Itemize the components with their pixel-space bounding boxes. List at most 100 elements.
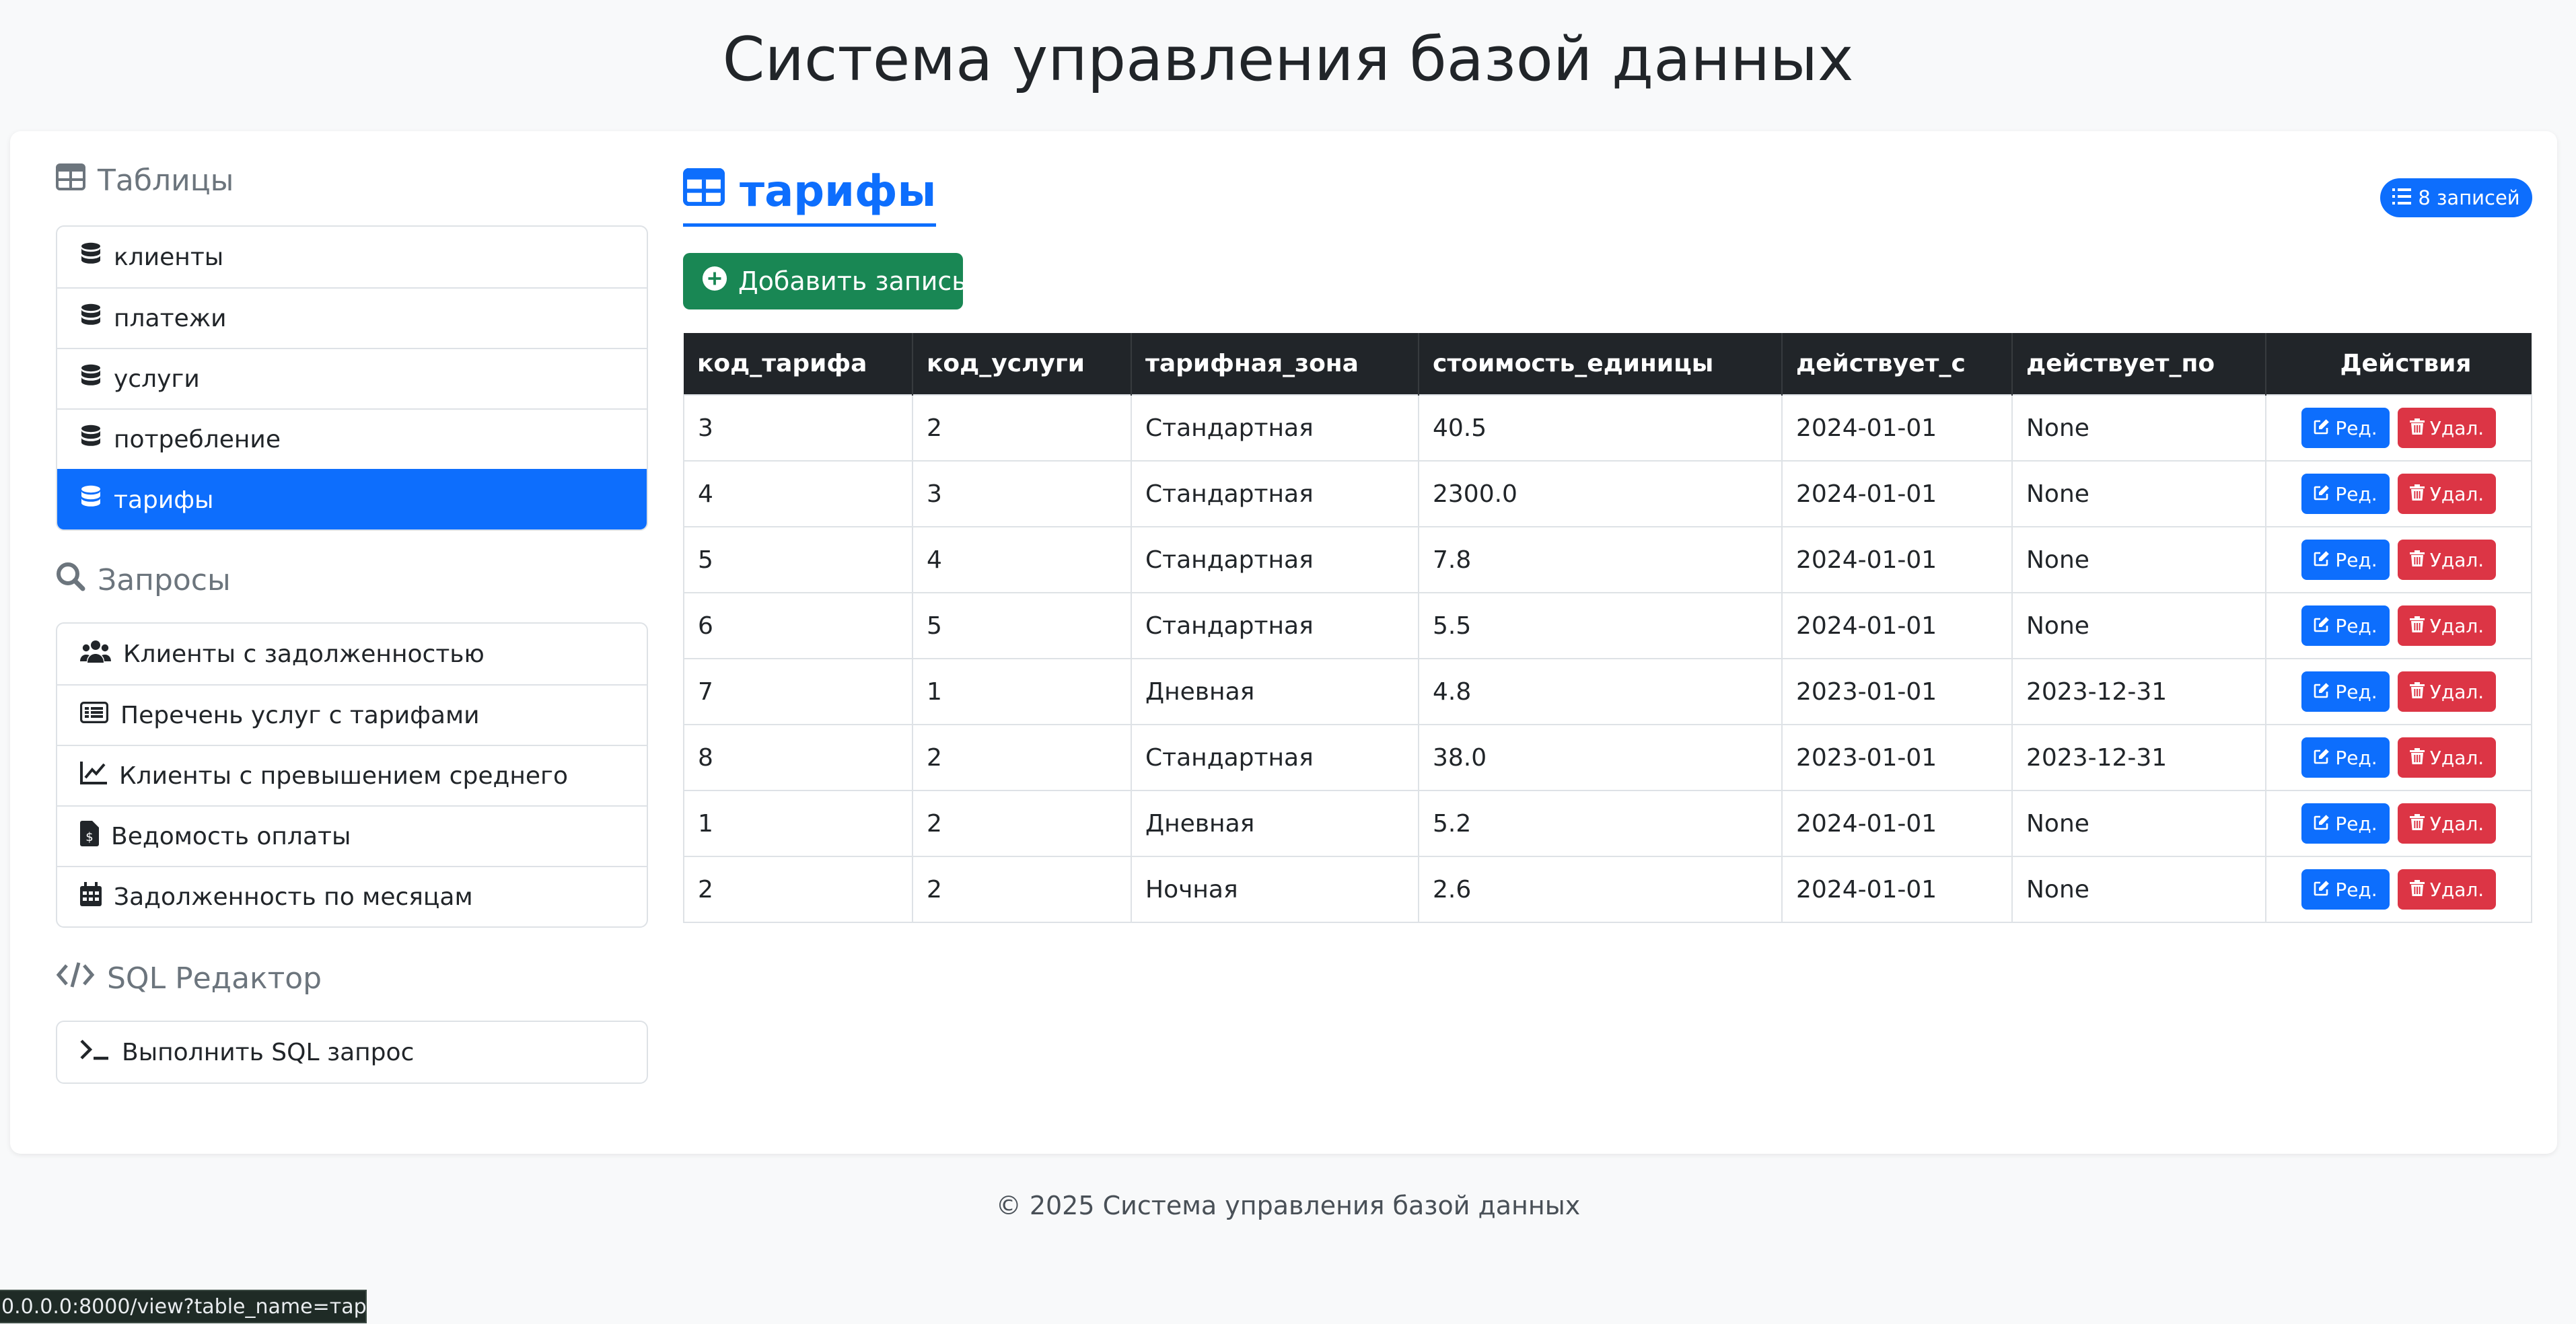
table-cell: 2	[912, 394, 1132, 462]
delete-label: Удал.	[2429, 812, 2484, 835]
sidebar-table-item[interactable]: услуги	[57, 348, 647, 408]
status-bar-url: 0.0.0.0:8000/view?table_name=тарифы	[0, 1290, 367, 1323]
column-header[interactable]: тарифная_зона	[1131, 333, 1419, 395]
table-icon	[56, 163, 85, 198]
edit-button[interactable]: Ред.	[2301, 803, 2390, 844]
sidebar-table-item[interactable]: тарифы	[57, 469, 647, 529]
delete-button[interactable]: Удал.	[2398, 605, 2496, 646]
delete-button[interactable]: Удал.	[2398, 408, 2496, 448]
invoice-icon: $	[80, 820, 99, 852]
record-count-label: 8 записей	[2418, 186, 2520, 209]
edit-icon	[2314, 615, 2330, 637]
sidebar-table-item[interactable]: клиенты	[57, 227, 647, 287]
column-header[interactable]: Действия	[2266, 333, 2532, 395]
table-row: 3 2 Стандартная 40.5 2024-01-01 None Ред. Удал.	[683, 394, 2532, 462]
edit-button[interactable]: Ред.	[2301, 474, 2390, 514]
table-title-label: тарифы	[740, 166, 937, 217]
table-cell: None	[2011, 856, 2266, 923]
edit-label: Ред.	[2335, 548, 2377, 571]
sidebar-query-item[interactable]: Клиенты с превышением среднего	[57, 745, 647, 805]
edit-label: Ред.	[2335, 614, 2377, 637]
edit-button[interactable]: Ред.	[2301, 540, 2390, 580]
table-cell: 2024-01-01	[1781, 856, 2013, 923]
table-cell: 7.8	[1418, 526, 1783, 593]
actions-cell: Ред. Удал.	[2265, 724, 2532, 791]
edit-label: Ред.	[2335, 812, 2377, 835]
sidebar-query-item[interactable]: $ Ведомость оплаты	[57, 805, 647, 866]
queries-list: Клиенты с задолженностью Перечень услуг с…	[56, 622, 648, 928]
edit-button[interactable]: Ред.	[2301, 408, 2390, 448]
column-header[interactable]: код_услуги	[913, 333, 1132, 395]
delete-button[interactable]: Удал.	[2398, 869, 2496, 910]
sidebar-table-item[interactable]: потребление	[57, 408, 647, 469]
actions-cell: Ред. Удал.	[2265, 658, 2532, 725]
table-cell: 2	[683, 856, 913, 923]
table-cell: Стандартная	[1131, 724, 1419, 791]
delete-button[interactable]: Удал.	[2398, 803, 2496, 844]
table-row: 8 2 Стандартная 38.0 2023-01-01 2023-12-31 Ред…	[683, 724, 2532, 791]
edit-button[interactable]: Ред.	[2301, 869, 2390, 910]
actions-cell: Ред. Удал.	[2265, 856, 2532, 923]
svg-text:$: $	[85, 830, 93, 844]
delete-button[interactable]: Удал.	[2398, 671, 2496, 712]
sidebar-query-item[interactable]: Задолженность по месяцам	[57, 866, 647, 926]
edit-icon	[2314, 549, 2330, 571]
edit-button[interactable]: Ред.	[2301, 737, 2390, 778]
table-cell: Ночная	[1131, 856, 1419, 923]
actions-cell: Ред. Удал.	[2265, 592, 2532, 659]
delete-label: Удал.	[2429, 614, 2484, 637]
sidebar-table-label: тарифы	[114, 486, 214, 514]
table-row: 7 1 Дневная 4.8 2023-01-01 2023-12-31 Ред. Удал…	[683, 658, 2532, 725]
chart-line-icon	[80, 761, 107, 790]
column-header[interactable]: действует_по	[2012, 333, 2266, 395]
table-cell: 2024-01-01	[1781, 460, 2013, 527]
add-record-label: Добавить запись	[738, 266, 967, 296]
edit-icon	[2314, 879, 2330, 901]
sql-heading: SQL Редактор	[56, 960, 322, 997]
sidebar-query-item[interactable]: Клиенты с задолженностью	[57, 624, 647, 684]
edit-icon	[2314, 813, 2330, 835]
tables-heading: Таблицы	[56, 163, 234, 198]
sidebar-table-label: услуги	[114, 365, 200, 393]
delete-button[interactable]: Удал.	[2398, 540, 2496, 580]
delete-button[interactable]: Удал.	[2398, 474, 2496, 514]
table-cell: 4.8	[1418, 658, 1783, 725]
tables-heading-label: Таблицы	[98, 163, 234, 198]
database-icon	[80, 303, 102, 334]
table-cell: 8	[683, 724, 913, 791]
delete-button[interactable]: Удал.	[2398, 737, 2496, 778]
table-cell: Стандартная	[1131, 394, 1419, 462]
page-title: Система управления базой данных	[722, 24, 1854, 95]
edit-label: Ред.	[2335, 482, 2377, 505]
column-header[interactable]: действует_с	[1782, 333, 2013, 395]
column-header[interactable]: стоимость_единицы	[1419, 333, 1783, 395]
users-icon	[80, 640, 111, 669]
sidebar-query-item[interactable]: Перечень услуг с тарифами	[57, 684, 647, 745]
table-cell: 2024-01-01	[1781, 394, 2013, 462]
column-header[interactable]: код_тарифа	[684, 333, 913, 395]
tables-list: клиенты платежи услуги потребление тарифы	[56, 225, 648, 531]
trash-icon	[2409, 813, 2425, 835]
table-cell: 6	[683, 592, 913, 659]
table-cell: Стандартная	[1131, 592, 1419, 659]
table-cell: 38.0	[1418, 724, 1783, 791]
table-cell: None	[2011, 790, 2266, 857]
sidebar-table-label: потребление	[114, 425, 281, 453]
list-icon	[2392, 186, 2412, 209]
table-row: 5 4 Стандартная 7.8 2024-01-01 None Ред. Удал.	[683, 526, 2532, 593]
sql-editor-item[interactable]: Выполнить SQL запрос	[57, 1022, 647, 1082]
database-icon	[80, 364, 102, 394]
queries-heading: Запросы	[56, 562, 231, 599]
table-cell: 2024-01-01	[1781, 526, 2013, 593]
record-count-badge: 8 записей	[2380, 178, 2532, 217]
table-cell: 2023-12-31	[2011, 724, 2266, 791]
table-cell: 2024-01-01	[1781, 592, 2013, 659]
edit-button[interactable]: Ред.	[2301, 671, 2390, 712]
edit-button[interactable]: Ред.	[2301, 605, 2390, 646]
edit-icon	[2314, 681, 2330, 703]
sidebar-table-item[interactable]: платежи	[57, 287, 647, 348]
table-cell: 5.2	[1418, 790, 1783, 857]
delete-label: Удал.	[2429, 548, 2484, 571]
add-record-button[interactable]: Добавить запись	[683, 253, 967, 309]
delete-label: Удал.	[2429, 482, 2484, 505]
